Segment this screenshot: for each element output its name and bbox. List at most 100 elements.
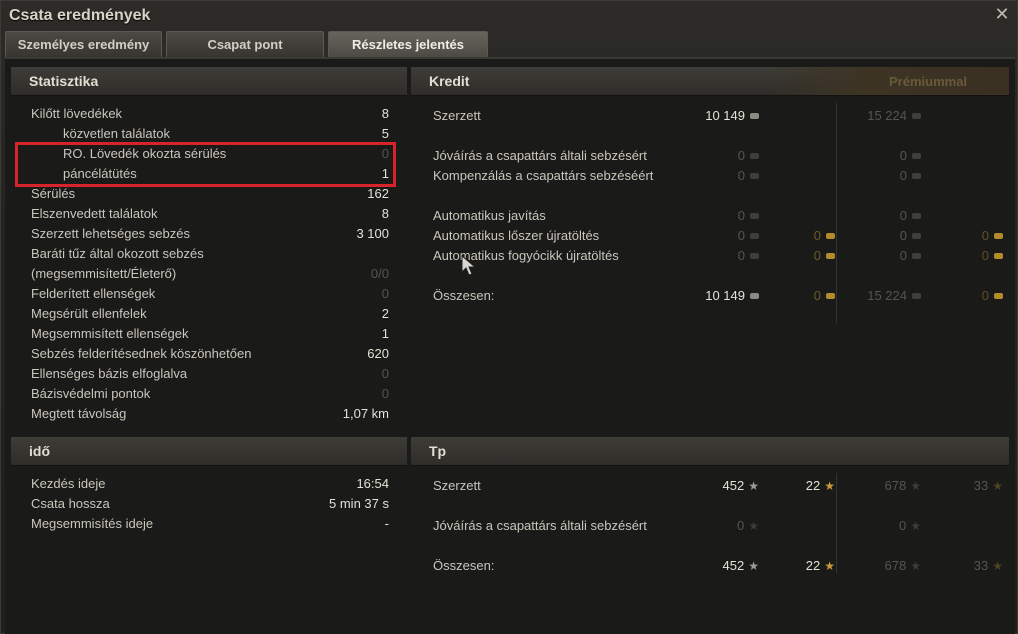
xp-label: Összesen: — [433, 558, 495, 573]
statistics-panel: Statisztika Kilőtt lövedékek 8 közvetlen t… — [11, 67, 407, 427]
stat-value: 5 — [381, 126, 389, 141]
credit-label: Összesen: — [433, 288, 495, 303]
credit-coin-icon — [750, 212, 759, 219]
xp-star-icon: ★ — [748, 519, 759, 533]
premium-credit-amount: 0 — [899, 148, 907, 163]
premium-credit-amount: 0 — [899, 168, 907, 183]
premium-gold-amount: 0 — [981, 248, 989, 263]
stat-row: Sérülés 162 — [31, 185, 389, 203]
credit-value: 0 — [738, 207, 759, 225]
stat-value: 620 — [367, 346, 389, 361]
battle-results-window: Csata eredmények ✕ Személyes eredmény Cs… — [0, 0, 1018, 634]
credit-row: Összesen: 10 149 0 15 224 0 — [433, 287, 1003, 305]
premium-free-xp-amount: 33 — [973, 558, 989, 573]
credit-panel: Kredit Prémiummal Szerzett 10 149 15 224 Jó… — [411, 67, 1009, 427]
premium-xp-value: 678 ★ — [885, 557, 921, 575]
credit-coin-icon — [750, 152, 759, 159]
free-xp-amount: 22 — [805, 478, 821, 493]
free-xp-amount: 22 — [805, 558, 821, 573]
gold-value: 0 — [814, 247, 835, 265]
premium-free-xp-value: 33 ★ — [974, 557, 1003, 575]
premium-free-xp-star-icon: ★ — [992, 479, 1003, 493]
xp-amount: 452 — [722, 558, 745, 573]
premium-free-xp-value: 33 ★ — [974, 477, 1003, 495]
credit-coin-icon — [750, 112, 759, 119]
stat-value: 1,07 km — [342, 406, 389, 421]
credit-row: Automatikus javítás 0 0 — [433, 207, 1003, 225]
credit-amount: 10 149 — [705, 288, 745, 303]
stat-value: 8 — [381, 206, 389, 221]
xp-row: Szerzett 452 ★ 22 ★ 678 ★ 33 ★ — [433, 477, 1003, 495]
close-icon[interactable]: ✕ — [993, 5, 1011, 23]
gold-amount: 0 — [813, 228, 821, 243]
stat-row: Megsérült ellenfelek 2 — [31, 305, 389, 323]
gold-coin-icon — [826, 292, 835, 299]
stat-label: Kilőtt lövedékek — [31, 106, 123, 121]
premium-credit-value: 15 224 — [867, 107, 921, 125]
time-label: Csata hossza — [31, 496, 110, 511]
credit-value: 0 — [738, 227, 759, 245]
credit-label: Automatikus lőszer újratöltés — [433, 228, 600, 243]
gold-value: 0 — [814, 287, 835, 305]
tab-personal-result[interactable]: Személyes eredmény — [5, 31, 162, 57]
premium-xp-value: 678 ★ — [885, 477, 921, 495]
gold-coin-icon — [826, 232, 835, 239]
stat-value: 0 — [381, 366, 389, 381]
premium-xp-star-icon: ★ — [910, 479, 921, 493]
premium-credit-value: 0 — [900, 247, 921, 265]
stat-label: Megsérült ellenfelek — [31, 306, 147, 321]
tab-team-score[interactable]: Csapat pont — [166, 31, 324, 57]
stat-row: Felderített ellenségek 0 — [31, 285, 389, 303]
credit-value: 0 — [738, 167, 759, 185]
premium-credit-amount: 0 — [899, 228, 907, 243]
xp-panel: Tp Szerzett 452 ★ 22 ★ 678 ★ 33 ★ Jóváírás a csap… — [411, 437, 1009, 587]
credit-label: Szerzett — [433, 108, 481, 123]
xp-title: Tp — [429, 443, 447, 459]
stat-row: Megtett távolság 1,07 km — [31, 405, 389, 423]
highlight-box — [15, 142, 396, 187]
premium-free-xp-star-icon: ★ — [992, 559, 1003, 573]
time-panel: idő Kezdés ideje 16:54 Csata hossza 5 min 3… — [11, 437, 407, 557]
premium-xp-amount: 0 — [899, 518, 907, 533]
credit-amount: 0 — [737, 148, 745, 163]
free-xp-star-icon: ★ — [824, 559, 835, 573]
time-row: Csata hossza 5 min 37 s — [31, 495, 389, 513]
stat-label: közvetlen találatok — [63, 126, 170, 141]
free-xp-value: 22 ★ — [806, 557, 835, 575]
premium-credit-value: 0 — [900, 207, 921, 225]
premium-gold-value: 0 — [982, 287, 1003, 305]
xp-star-icon: ★ — [748, 559, 759, 573]
stat-value: 0 — [381, 286, 389, 301]
premium-coin-icon — [912, 232, 921, 239]
gold-value: 0 — [814, 227, 835, 245]
mouse-cursor-icon — [461, 255, 477, 276]
credit-amount: 0 — [737, 228, 745, 243]
stat-row: Szerzett lehetséges sebzés 3 100 — [31, 225, 389, 243]
premium-xp-amount: 678 — [884, 478, 907, 493]
stat-label: (megsemmisített/Életerő) — [31, 266, 177, 281]
credit-coin-icon — [750, 172, 759, 179]
window-title: Csata eredmények — [9, 7, 151, 24]
stat-row: Megsemmisített ellenségek 1 — [31, 325, 389, 343]
time-header: idő — [11, 437, 407, 466]
free-xp-star-icon: ★ — [824, 479, 835, 493]
credit-amount: 0 — [737, 208, 745, 223]
premium-credit-amount: 0 — [899, 208, 907, 223]
stat-value: 8 — [381, 106, 389, 121]
xp-star-icon: ★ — [748, 479, 759, 493]
stat-value: 162 — [367, 186, 389, 201]
stat-label: Szerzett lehetséges sebzés — [31, 226, 190, 241]
premium-coin-icon — [912, 212, 921, 219]
free-xp-value: 22 ★ — [806, 477, 835, 495]
stat-label: Bázisvédelmi pontok — [31, 386, 151, 401]
premium-coin-icon — [912, 292, 921, 299]
time-value: 5 min 37 s — [329, 496, 389, 511]
credit-row: Szerzett 10 149 15 224 — [433, 107, 1003, 125]
tab-detailed-report[interactable]: Részletes jelentés — [328, 31, 488, 57]
stat-value: 0/0 — [370, 266, 389, 281]
stat-label: Megtett távolság — [31, 406, 127, 421]
premium-free-xp-amount: 33 — [973, 478, 989, 493]
premium-credit-amount: 0 — [899, 248, 907, 263]
xp-value: 0 ★ — [737, 517, 759, 535]
xp-label: Szerzett — [433, 478, 481, 493]
